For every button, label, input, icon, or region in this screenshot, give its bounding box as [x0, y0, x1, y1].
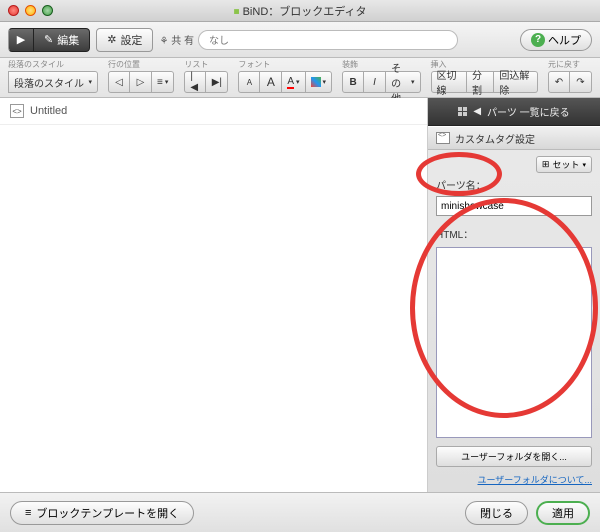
edit-button[interactable]: ✎ 編集	[34, 28, 90, 52]
close-button[interactable]: 閉じる	[465, 501, 528, 525]
play-button[interactable]: ▶	[8, 28, 34, 52]
settings-button[interactable]: ✲ 設定	[96, 28, 153, 52]
bold-button[interactable]: B	[342, 71, 364, 93]
redo-button[interactable]: ↷	[570, 71, 592, 93]
color-swatch-icon	[311, 77, 321, 87]
group-label-indent: 行の位置	[108, 59, 174, 70]
group-label-style: 段落のスタイル	[8, 59, 98, 70]
share-label: ⚘ 共 有	[159, 32, 194, 47]
paragraph-style-dropdown[interactable]: 段落のスタイル▾	[8, 71, 98, 93]
italic-button[interactable]: I	[364, 71, 386, 93]
side-panel: ◀ パーツ 一覧に戻る カスタムタグ設定 ⊞ セット ▾ パーツ名： HTML：…	[428, 98, 600, 492]
tab-code-icon: <>	[10, 104, 24, 118]
share-value-field[interactable]: なし	[198, 30, 458, 50]
font-size-down-button[interactable]: A	[238, 71, 260, 93]
format-toolbar: 段落のスタイル 段落のスタイル▾ 行の位置 ◁ ▷ ≡▾ リスト |◀ ▶| フ…	[0, 58, 600, 98]
editor-tab[interactable]: <> Untitled	[0, 98, 427, 125]
group-label-list: リスト	[184, 59, 228, 70]
top-toolbar: ▶ ✎ 編集 ✲ 設定 ⚘ 共 有 なし ?ヘルプ	[0, 22, 600, 58]
part-name-input[interactable]	[436, 196, 592, 216]
separator-button[interactable]: 区切線	[431, 71, 468, 93]
other-decor-button[interactable]: その他▾	[386, 71, 420, 93]
set-dropdown-button[interactable]: ⊞ セット ▾	[536, 156, 592, 173]
list-next-button[interactable]: ▶|	[206, 71, 228, 93]
part-name-label: パーツ名：	[436, 177, 592, 192]
undo-button[interactable]: ↶	[548, 71, 570, 93]
open-user-folder-button[interactable]: ユーザーフォルダを開く...	[436, 446, 592, 467]
tab-title: Untitled	[30, 105, 67, 117]
about-user-folder-link[interactable]: ユーザーフォルダについて...	[436, 473, 592, 486]
custom-tag-icon	[436, 132, 450, 144]
apply-button[interactable]: 適用	[536, 501, 590, 525]
window-titlebar: ■ BiND：ブロックエディタ	[0, 0, 600, 22]
group-label-undo: 元に戻す	[548, 59, 592, 70]
back-to-parts-button[interactable]: ◀ パーツ 一覧に戻る	[428, 98, 600, 126]
editor-pane[interactable]: <> Untitled	[0, 98, 428, 492]
align-button[interactable]: ≡▾	[152, 71, 174, 93]
font-size-up-button[interactable]: A	[260, 71, 282, 93]
split-button[interactable]: 分割	[467, 71, 494, 93]
grid-icon	[458, 107, 467, 116]
help-button[interactable]: ?ヘルプ	[520, 29, 592, 51]
bg-color-button[interactable]: ▾	[306, 71, 333, 93]
indent-button[interactable]: ▷	[130, 71, 152, 93]
window-title: ■ BiND：ブロックエディタ	[0, 3, 600, 19]
html-label: HTML：	[436, 226, 592, 241]
workspace: <> Untitled ◀ パーツ 一覧に戻る カスタムタグ設定 ⊞ セット ▾…	[0, 98, 600, 492]
panel-title: カスタムタグ設定	[428, 126, 600, 150]
open-block-template-button[interactable]: ≡ ブロックテンプレートを開く	[10, 501, 194, 525]
font-color-button[interactable]: A▾	[282, 71, 305, 93]
group-label-font: フォント	[238, 59, 332, 70]
footer-bar: ≡ ブロックテンプレートを開く 閉じる 適用	[0, 492, 600, 532]
clear-float-button[interactable]: 回込解除	[494, 71, 538, 93]
list-prev-button[interactable]: |◀	[184, 71, 206, 93]
help-icon: ?	[531, 33, 545, 47]
outdent-button[interactable]: ◁	[108, 71, 130, 93]
html-textarea[interactable]	[436, 247, 592, 438]
